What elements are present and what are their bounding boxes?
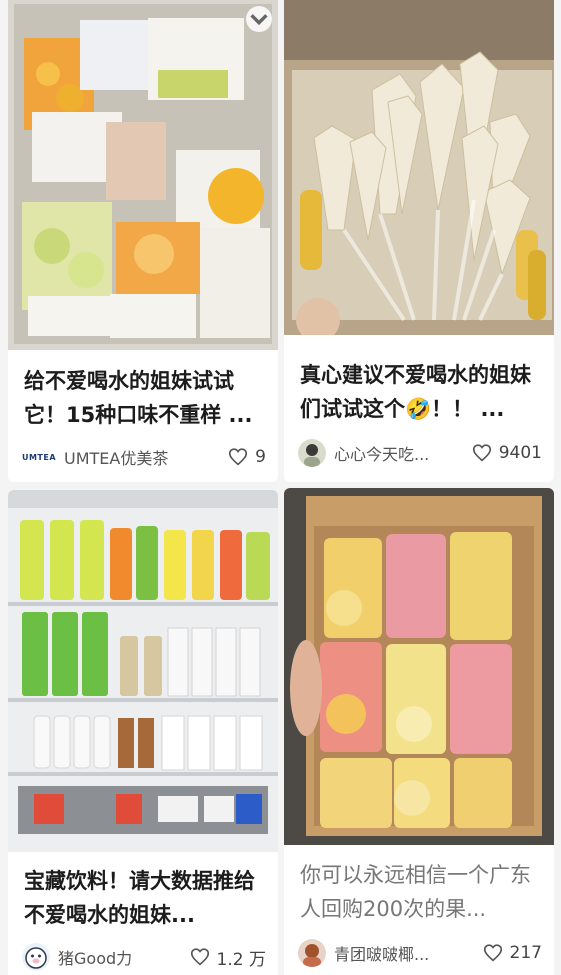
author-name[interactable]: 青团啵啵椰... [334, 941, 476, 965]
waterfall-feed: 给不爱喝水的姐妹试试它！15种口味不重样 ... UMTEA UMTEA优美茶 … [0, 0, 561, 975]
note-meta: 心心今天吃... 9401 [298, 438, 542, 468]
author-name[interactable]: UMTEA优美茶 [64, 445, 221, 469]
note-cover-image[interactable] [284, 488, 554, 845]
note-meta: 青团啵啵椰... 217 [298, 938, 542, 968]
note-card[interactable]: 宝藏饮料！请大数据推给不爱喝水的姐妹... 猪Good力 1.2 万 [8, 490, 278, 975]
heart-icon [483, 944, 502, 962]
author-avatar[interactable] [298, 439, 326, 467]
note-card[interactable]: 给不爱喝水的姐妹试试它！15种口味不重样 ... UMTEA UMTEA优美茶 … [8, 0, 278, 482]
note-cover-image[interactable] [8, 490, 278, 852]
like-count: 9401 [498, 443, 542, 463]
author-avatar[interactable]: UMTEA [22, 443, 56, 471]
like-button[interactable]: 9401 [471, 442, 542, 464]
like-button[interactable]: 9 [227, 446, 266, 468]
note-cover-image[interactable] [284, 0, 554, 335]
note-title[interactable]: 你可以永远相信一个广东人回购200次的果... [300, 858, 542, 926]
note-title[interactable]: 给不爱喝水的姐妹试试它！15种口味不重样 ... [24, 364, 266, 432]
author-name[interactable]: 心心今天吃... [334, 441, 465, 465]
heart-icon [472, 444, 491, 462]
author-avatar[interactable] [298, 939, 326, 967]
note-cover-image[interactable] [8, 0, 278, 350]
like-count: 1.2 万 [216, 949, 266, 970]
note-meta: 猪Good力 1.2 万 [22, 942, 266, 972]
heart-icon [229, 448, 248, 466]
like-count: 9 [255, 447, 266, 467]
heart-icon [190, 948, 209, 966]
author-avatar[interactable] [22, 943, 50, 971]
note-title[interactable]: 宝藏饮料！请大数据推给不爱喝水的姐妹... [24, 864, 266, 932]
like-button[interactable]: 217 [482, 942, 542, 964]
chevron-down-icon[interactable] [246, 6, 272, 32]
note-meta: UMTEA UMTEA优美茶 9 [22, 442, 266, 472]
like-button[interactable]: 1.2 万 [189, 945, 266, 970]
brand-logo-text: UMTEA [22, 452, 56, 462]
note-card[interactable]: 你可以永远相信一个广东人回购200次的果... 青团啵啵椰... 217 [284, 488, 554, 975]
like-count: 217 [509, 943, 542, 963]
note-title[interactable]: 真心建议不爱喝水的姐妹们试试这个🤣！！ ... [300, 358, 542, 426]
author-name[interactable]: 猪Good力 [58, 945, 183, 969]
note-card[interactable]: 真心建议不爱喝水的姐妹们试试这个🤣！！ ... 心心今天吃... 9401 [284, 0, 554, 482]
